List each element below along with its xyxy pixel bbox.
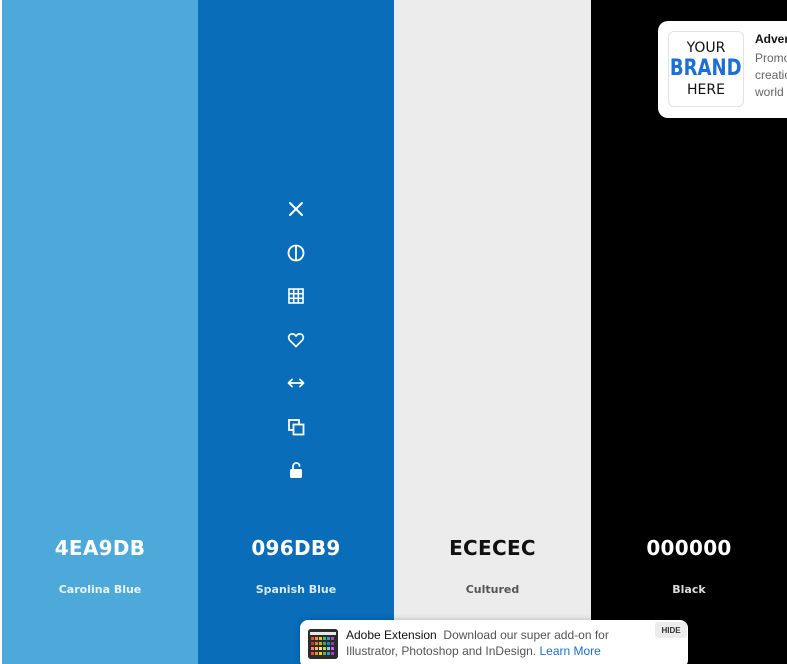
learn-more-link[interactable]: Learn More [539, 644, 600, 658]
ad-description: Promo creatio world [755, 50, 787, 101]
color-name[interactable]: Black [591, 583, 787, 596]
ad-text-line: creatio [755, 68, 787, 82]
arrows-horizontal-icon [287, 378, 305, 388]
lock-color-button[interactable] [283, 457, 309, 483]
color-name[interactable]: Spanish Blue [198, 583, 394, 596]
ad-text-line: Promo [755, 51, 787, 65]
color-hex[interactable]: ECECEC [394, 536, 591, 560]
copy-icon [288, 418, 305, 435]
color-hex[interactable]: 000000 [591, 536, 787, 560]
column-toolbar [198, 196, 394, 501]
ad-card[interactable]: YOUR BRAND HERE Adver Promo creatio worl… [658, 21, 787, 118]
banner-title: Adobe Extension [346, 628, 437, 642]
logo-text-bottom: HERE [687, 82, 725, 98]
remove-color-button[interactable] [283, 196, 309, 222]
adobe-extension-icon [308, 629, 338, 659]
drag-color-button[interactable] [283, 370, 309, 396]
grid-icon [288, 288, 304, 304]
contrast-icon [287, 244, 305, 261]
promo-banner[interactable]: Adobe Extension Download our super add-o… [300, 620, 688, 664]
color-name[interactable]: Cultured [394, 583, 591, 596]
color-column-carolina-blue[interactable]: 4EA9DB Carolina Blue [2, 0, 198, 664]
color-name[interactable]: Carolina Blue [2, 583, 198, 596]
ad-title: Adver [755, 32, 787, 46]
color-column-cultured[interactable]: ECECEC Cultured [394, 0, 591, 664]
banner-message: Adobe Extension Download our super add-o… [346, 627, 646, 659]
heart-icon [287, 332, 305, 347]
color-hex[interactable]: 096DB9 [198, 536, 394, 560]
contrast-button[interactable] [283, 240, 309, 266]
copy-hex-button[interactable] [283, 414, 309, 440]
ad-text-line: world [755, 85, 784, 99]
brand-logo: YOUR BRAND HERE [668, 31, 744, 107]
color-column-spanish-blue[interactable]: 096DB9 Spanish Blue [198, 0, 394, 664]
color-hex[interactable]: 4EA9DB [2, 536, 198, 560]
close-icon [289, 202, 303, 216]
save-color-button[interactable] [283, 327, 309, 353]
shades-button[interactable] [283, 283, 309, 309]
hide-button[interactable]: HIDE [655, 622, 687, 638]
unlock-icon [290, 462, 302, 478]
logo-text-brand: BRAND [670, 56, 742, 81]
logo-text-top: YOUR [686, 40, 726, 56]
